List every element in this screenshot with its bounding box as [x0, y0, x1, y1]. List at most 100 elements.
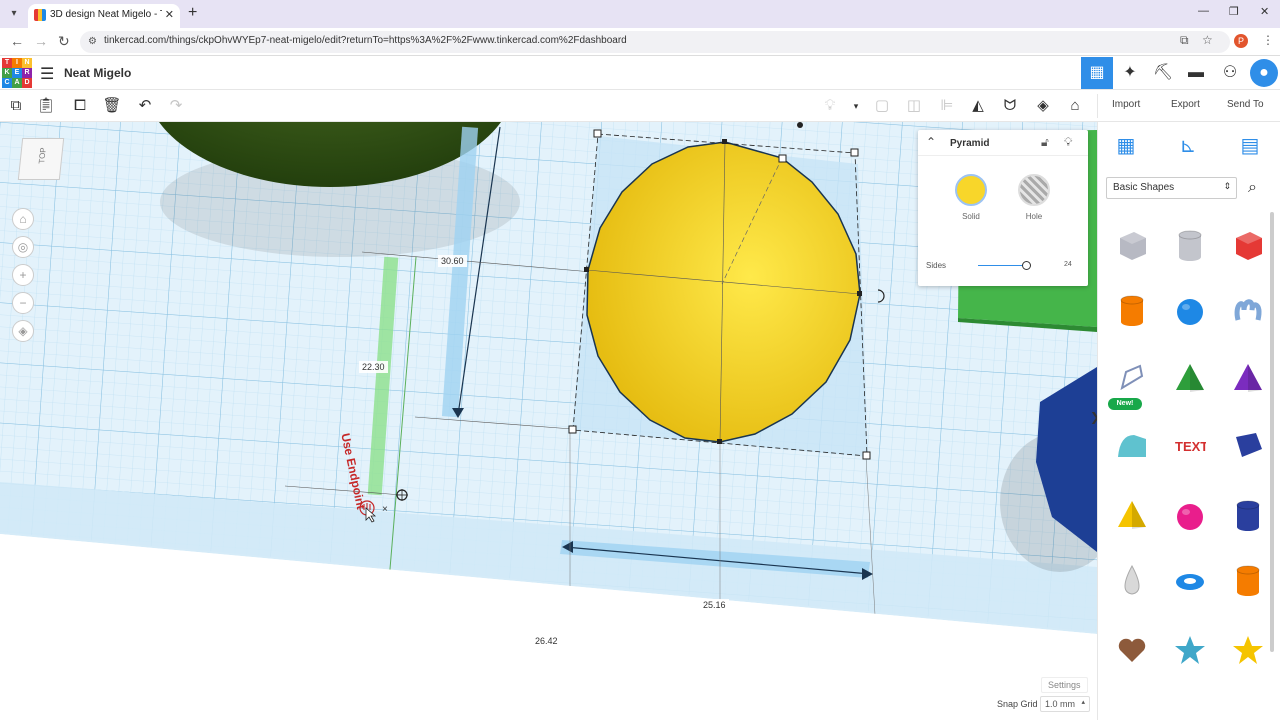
delete-icon[interactable]: 🗑︎: [102, 96, 122, 116]
lock-icon[interactable]: 🔓︎: [1041, 135, 1049, 150]
group-icon[interactable]: ▢: [872, 96, 892, 116]
zoom-out-icon[interactable]: −: [12, 292, 34, 314]
home-view-icon[interactable]: ⌂: [12, 208, 34, 230]
design-name[interactable]: Neat Migelo: [64, 66, 131, 80]
account-avatar-icon[interactable]: ●: [1250, 59, 1278, 87]
shape-item-torus[interactable]: [1164, 552, 1214, 610]
collapse-chevron-icon[interactable]: ⌃: [926, 135, 936, 149]
add-user-icon[interactable]: ⚇: [1214, 57, 1246, 89]
copy-icon[interactable]: ⧉: [6, 96, 26, 116]
send-to-button[interactable]: Send To: [1227, 99, 1264, 110]
sides-slider-thumb[interactable]: [1022, 261, 1031, 270]
light-dropdown-icon[interactable]: ▾: [846, 96, 866, 116]
shape-inspector: ⌃ Pyramid 🔓︎ 💡︎ Solid Hole Sides 24: [918, 130, 1088, 286]
shape-category-select[interactable]: Basic Shapes ⇕: [1106, 177, 1237, 199]
shape-item-heart[interactable]: [1106, 622, 1156, 680]
tab-close-icon[interactable]: ✕: [165, 8, 174, 21]
snap-grid-select[interactable]: 1.0 mm ▴: [1040, 696, 1090, 712]
mirror-icon[interactable]: ◭: [968, 96, 988, 116]
back-icon[interactable]: ←: [10, 33, 24, 49]
shape-item-half-sphere[interactable]: [1164, 487, 1214, 545]
shape-item-cone[interactable]: [1222, 350, 1272, 408]
width-dimension-b[interactable]: 26.42: [532, 635, 561, 647]
align-icon[interactable]: ⊫: [937, 96, 957, 116]
window-close-icon[interactable]: ✕: [1260, 5, 1269, 18]
shape-item-box-hole[interactable]: [1106, 217, 1156, 275]
url-field[interactable]: ⚙ tinkercad.com/things/ckpOhvWYEp7-neat-…: [80, 31, 1230, 53]
shape-item-scribble[interactable]: [1222, 282, 1272, 340]
tinkercad-favicon-icon: [34, 9, 46, 21]
ruler-tab-icon[interactable]: ⊾: [1172, 130, 1204, 162]
solid-color-swatch[interactable]: [955, 174, 987, 206]
shape-search-icon[interactable]: ⌕: [1248, 179, 1257, 197]
shape-item-round-roof[interactable]: [1106, 417, 1156, 475]
export-button[interactable]: Export: [1171, 99, 1200, 110]
new-badge: New!: [1108, 398, 1142, 410]
import-button[interactable]: Import: [1112, 99, 1140, 110]
shape-item-hexagonal-prism[interactable]: [1222, 487, 1272, 545]
bricks-icon[interactable]: ⛏: [1147, 57, 1179, 89]
view-cube[interactable]: TOP: [17, 138, 65, 180]
light-icon[interactable]: 💡︎: [820, 96, 840, 116]
shape-item-tube[interactable]: [1222, 552, 1272, 610]
shape-item-box[interactable]: [1222, 217, 1272, 275]
site-info-icon[interactable]: ⚙: [88, 36, 97, 47]
zoom-in-icon[interactable]: +: [12, 264, 34, 286]
forward-icon[interactable]: →: [34, 33, 48, 49]
shape-item-sphere[interactable]: [1164, 282, 1214, 340]
scribble-icon: [1232, 294, 1264, 326]
shape-item-cylinder-hole[interactable]: [1164, 217, 1214, 275]
grid-tab-icon[interactable]: ▦: [1110, 130, 1142, 162]
workplane-icon[interactable]: ◈: [1033, 96, 1053, 116]
sides-value[interactable]: 24: [1064, 261, 1072, 268]
shape-item-pyramid[interactable]: [1106, 487, 1156, 545]
install-icon[interactable]: ⧉: [1180, 33, 1189, 48]
minimize-icon[interactable]: —: [1198, 5, 1209, 17]
redo-icon[interactable]: ↷: [166, 96, 186, 116]
more-icon[interactable]: ⋮: [1262, 33, 1274, 47]
design-menu-icon[interactable]: ☰: [40, 64, 54, 84]
width-dimension-a[interactable]: 25.16: [700, 599, 729, 611]
shape-item-star[interactable]: [1164, 622, 1214, 680]
3d-view-icon[interactable]: ▦: [1081, 57, 1113, 89]
ruler-icon[interactable]: ⌂: [1065, 96, 1085, 116]
perspective-icon[interactable]: ◈: [12, 320, 34, 342]
reload-icon[interactable]: ↻: [58, 33, 70, 50]
star-icon[interactable]: ☆: [1202, 33, 1213, 47]
undo-icon[interactable]: ↶: [135, 96, 155, 116]
solid-label: Solid: [962, 212, 980, 221]
tab-search-chevron-icon[interactable]: ▾: [6, 6, 22, 22]
ungroup-icon[interactable]: ◫: [904, 96, 924, 116]
visibility-bulb-icon[interactable]: 💡︎: [1064, 135, 1072, 150]
hole-swatch[interactable]: [1018, 174, 1050, 206]
tinkercad-logo[interactable]: TINKERCAD: [2, 58, 32, 88]
sides-label: Sides: [926, 261, 947, 270]
panel-scrollbar[interactable]: [1270, 212, 1274, 652]
notes-tab-icon[interactable]: ▤: [1234, 130, 1266, 162]
snap-grid-arrow-icon: ▴: [1081, 699, 1085, 706]
shape-item-text[interactable]: TEXT: [1164, 417, 1214, 475]
restore-icon[interactable]: ❐: [1229, 5, 1239, 18]
shape-item-paraboloid[interactable]: [1106, 552, 1156, 610]
roof-icon: [1174, 362, 1206, 394]
shape-item-roof[interactable]: [1164, 350, 1214, 408]
shape-item-polygon[interactable]: [1222, 417, 1272, 475]
height-dimension-a[interactable]: 30.60: [438, 255, 467, 267]
profile-icon[interactable]: P: [1234, 34, 1248, 48]
duplicate-icon[interactable]: ⧠: [70, 96, 90, 116]
shape-item-shape-generator[interactable]: New!: [1106, 350, 1156, 410]
category-arrow-icon: ⇕: [1223, 181, 1231, 191]
blocks-icon[interactable]: ✦: [1114, 57, 1146, 89]
shape-name[interactable]: Pyramid: [950, 138, 989, 149]
new-tab-button[interactable]: +: [188, 4, 197, 22]
sides-slider-track[interactable]: [978, 265, 1026, 266]
height-dimension-b[interactable]: 22.30: [359, 361, 388, 373]
sim-icon[interactable]: ▬: [1180, 57, 1212, 89]
settings-button[interactable]: Settings: [1041, 677, 1088, 693]
browser-tab[interactable]: 3D design Neat Migelo - Tinker ✕: [28, 4, 180, 28]
shape-item-cylinder[interactable]: [1106, 282, 1156, 340]
paste-icon[interactable]: 📋︎: [36, 96, 56, 116]
fit-view-icon[interactable]: ◎: [12, 236, 34, 258]
shape-item-star-yellow[interactable]: [1222, 622, 1272, 680]
cruise-icon[interactable]: ᗢ: [1000, 96, 1020, 116]
